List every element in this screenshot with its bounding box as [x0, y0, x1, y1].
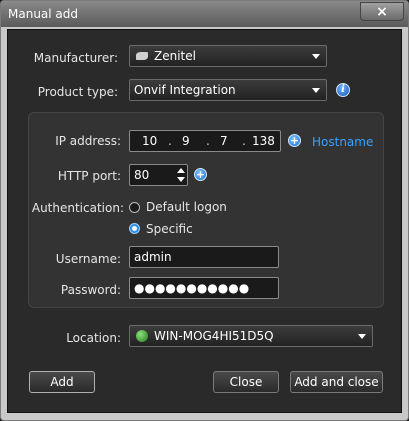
spin-up-icon[interactable]: [177, 168, 185, 173]
default-logon-radio[interactable]: [129, 202, 140, 213]
manual-add-dialog: Manual add × Manufacturer: Zenitel Produ…: [0, 0, 409, 421]
info-icon[interactable]: i: [336, 83, 350, 97]
hostname-link[interactable]: Hostname: [312, 135, 373, 149]
ip-separator: .: [168, 134, 172, 148]
globe-icon: [136, 330, 148, 342]
username-label: Username:: [55, 252, 121, 266]
add-port-icon[interactable]: +: [194, 168, 207, 181]
add-ip-icon[interactable]: +: [288, 134, 301, 147]
specific-radio[interactable]: [129, 223, 140, 234]
close-button[interactable]: Close: [213, 371, 279, 393]
password-value: ●●●●●●●●●●●: [134, 281, 250, 295]
close-window-button[interactable]: ×: [360, 2, 404, 21]
ip-address-input[interactable]: 10 . 9 . 7 . 138: [129, 130, 281, 152]
ip-separator: .: [206, 134, 210, 148]
dialog-body: Manufacturer: Zenitel Product type: Onvi…: [7, 29, 402, 413]
ip-octet-3[interactable]: 7: [220, 134, 228, 148]
password-label: Password:: [60, 283, 121, 297]
username-input[interactable]: admin: [129, 246, 279, 268]
http-port-label: HTTP port:: [57, 169, 121, 183]
http-port-input[interactable]: 80: [129, 164, 188, 186]
manufacturer-logo-icon: [136, 52, 148, 60]
username-value: admin: [134, 250, 172, 264]
ip-octet-2[interactable]: 9: [182, 134, 190, 148]
chevron-down-icon: [312, 54, 320, 59]
location-value: WIN-MOG4HI51D5Q: [154, 329, 274, 343]
add-and-close-button[interactable]: Add and close: [290, 371, 383, 393]
chevron-down-icon: [358, 334, 366, 339]
specific-label[interactable]: Specific: [146, 222, 193, 236]
manufacturer-value: Zenitel: [154, 49, 196, 63]
ip-address-label: IP address:: [55, 134, 121, 148]
window-title: Manual add: [8, 7, 79, 21]
authentication-label: Authentication:: [31, 201, 124, 215]
chevron-down-icon: [312, 88, 320, 93]
location-dropdown[interactable]: WIN-MOG4HI51D5Q: [129, 325, 373, 347]
product-type-dropdown[interactable]: Onvif Integration: [129, 79, 327, 101]
close-icon: ×: [376, 3, 388, 20]
product-type-label: Product type:: [37, 85, 118, 99]
ip-octet-4[interactable]: 138: [252, 134, 275, 148]
manufacturer-label: Manufacturer:: [33, 51, 118, 65]
add-button[interactable]: Add: [29, 371, 95, 393]
product-type-value: Onvif Integration: [134, 83, 236, 97]
spin-down-icon[interactable]: [177, 177, 185, 182]
port-spinner[interactable]: [176, 166, 186, 184]
password-input[interactable]: ●●●●●●●●●●●: [129, 277, 279, 299]
ip-octet-1[interactable]: 10: [142, 134, 157, 148]
ip-separator: .: [242, 134, 246, 148]
http-port-value: 80: [134, 168, 150, 182]
title-bar: Manual add ×: [1, 1, 408, 27]
location-label: Location:: [66, 331, 121, 345]
manufacturer-dropdown[interactable]: Zenitel: [129, 45, 327, 67]
default-logon-label[interactable]: Default logon: [146, 200, 227, 214]
